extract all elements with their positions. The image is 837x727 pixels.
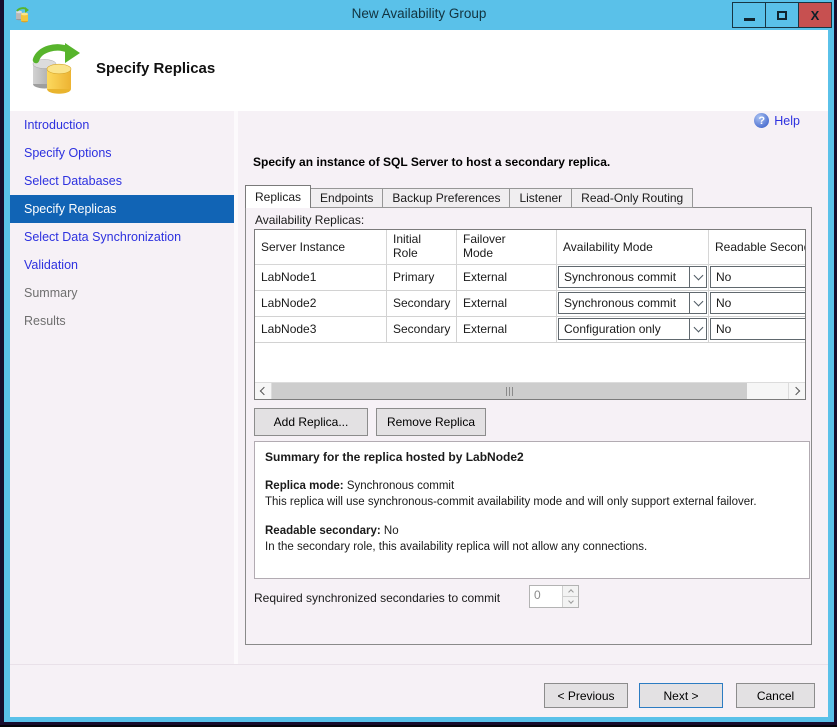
sidebar-item-summary: Summary xyxy=(10,279,234,307)
page-title: Specify Replicas xyxy=(96,60,215,77)
availability-mode-dropdown[interactable]: Synchronous commit xyxy=(558,266,707,288)
chevron-down-icon xyxy=(568,598,574,604)
replica-row[interactable]: LabNode3 Secondary External Configuratio… xyxy=(255,317,805,343)
required-secondaries-spinner: 0 xyxy=(529,585,579,608)
next-button[interactable]: Next > xyxy=(639,683,723,708)
initial-role-cell: Primary xyxy=(387,265,457,290)
grid-header-row: Server Instance Initial Role Failover Mo… xyxy=(255,230,805,265)
scrollbar-thumb[interactable] xyxy=(272,383,747,399)
dialog-client-area: Specify Replicas Introduction Specify Op… xyxy=(10,30,828,717)
wizard-steps-sidebar: Introduction Specify Options Select Data… xyxy=(10,111,234,664)
cancel-button[interactable]: Cancel xyxy=(736,683,815,708)
chevron-left-icon xyxy=(260,387,268,395)
tab-replicas[interactable]: Replicas xyxy=(245,185,311,208)
initial-role-cell: Secondary xyxy=(387,291,457,316)
server-instance-cell: LabNode3 xyxy=(255,317,387,342)
availability-replicas-label: Availability Replicas: xyxy=(255,213,364,227)
spinner-down-button xyxy=(563,597,578,607)
previous-button[interactable]: < Previous xyxy=(544,683,628,708)
required-secondaries-value: 0 xyxy=(530,586,562,607)
help-link-label[interactable]: Help xyxy=(774,114,800,128)
scroll-left-button[interactable] xyxy=(255,383,272,399)
replica-tabs: Replicas Endpoints Backup Preferences Li… xyxy=(246,185,693,208)
minimize-icon xyxy=(744,18,755,21)
sidebar-item-specify-replicas[interactable]: Specify Replicas xyxy=(10,195,234,223)
column-header-failover-mode[interactable]: Failover Mode xyxy=(457,230,557,264)
chevron-down-icon xyxy=(693,297,703,307)
window-title: New Availability Group xyxy=(4,6,834,21)
sidebar-item-validation[interactable]: Validation xyxy=(10,251,234,279)
column-header-server-instance[interactable]: Server Instance xyxy=(255,230,387,264)
required-secondaries-label: Required synchronized secondaries to com… xyxy=(254,587,500,609)
replica-summary-panel: Summary for the replica hosted by LabNod… xyxy=(254,441,810,579)
server-instance-cell: LabNode2 xyxy=(255,291,387,316)
replica-mode-description: This replica will use synchronous-commit… xyxy=(265,494,799,510)
grid-empty-area xyxy=(255,343,805,382)
tab-backup-preferences[interactable]: Backup Preferences xyxy=(382,188,510,208)
chevron-down-icon xyxy=(693,323,703,333)
failover-mode-cell: External xyxy=(457,265,557,290)
tab-read-only-routing[interactable]: Read-Only Routing xyxy=(571,188,693,208)
column-header-readable-secondary[interactable]: Readable Secondary xyxy=(709,230,805,264)
help-link[interactable]: ? Help xyxy=(754,113,800,128)
column-header-initial-role[interactable]: Initial Role xyxy=(387,230,457,264)
sidebar-item-results: Results xyxy=(10,307,234,335)
scroll-right-button[interactable] xyxy=(788,383,805,399)
add-replica-button[interactable]: Add Replica... xyxy=(254,408,368,436)
failover-mode-cell: External xyxy=(457,291,557,316)
minimize-button[interactable] xyxy=(732,2,766,28)
availability-group-replica-icon xyxy=(28,41,82,98)
titlebar[interactable]: New Availability Group X xyxy=(4,0,834,30)
chevron-up-icon xyxy=(568,589,574,595)
sidebar-item-select-databases[interactable]: Select Databases xyxy=(10,167,234,195)
scrollbar-grip-icon xyxy=(506,387,513,396)
readable-secondary-dropdown[interactable]: No xyxy=(710,266,805,288)
maximize-button[interactable] xyxy=(765,2,799,28)
close-button[interactable]: X xyxy=(798,2,832,28)
dialog-footer: < Previous Next > Cancel xyxy=(10,664,828,717)
sidebar-item-select-data-synchronization[interactable]: Select Data Synchronization xyxy=(10,223,234,251)
server-instance-cell: LabNode1 xyxy=(255,265,387,290)
wizard-header: Specify Replicas xyxy=(10,30,828,111)
replicas-tab-page: Availability Replicas: Server Instance I… xyxy=(245,207,812,645)
readable-secondary-description: In the secondary role, this availability… xyxy=(265,539,799,555)
new-availability-group-dialog: New Availability Group X xyxy=(4,0,834,722)
initial-role-cell: Secondary xyxy=(387,317,457,342)
spinner-up-button xyxy=(563,586,578,597)
tab-listener[interactable]: Listener xyxy=(509,188,572,208)
sidebar-item-introduction[interactable]: Introduction xyxy=(10,111,234,139)
replica-row[interactable]: LabNode1 Primary External Synchronous co… xyxy=(255,265,805,291)
maximize-icon xyxy=(777,11,787,20)
replica-mode-value: Synchronous commit xyxy=(347,480,454,492)
readable-secondary-dropdown[interactable]: No xyxy=(710,318,805,340)
failover-mode-cell: External xyxy=(457,317,557,342)
readable-secondary-value: No xyxy=(384,525,399,537)
scrollbar-track[interactable] xyxy=(747,383,788,399)
page-instruction: Specify an instance of SQL Server to hos… xyxy=(253,155,610,169)
tab-endpoints[interactable]: Endpoints xyxy=(310,188,383,208)
column-header-availability-mode[interactable]: Availability Mode xyxy=(557,230,709,264)
horizontal-scrollbar[interactable] xyxy=(255,382,805,399)
readable-secondary-label: Readable secondary: xyxy=(265,525,381,537)
wizard-page-content: ? Help Specify an instance of SQL Server… xyxy=(238,111,828,664)
sidebar-item-specify-options[interactable]: Specify Options xyxy=(10,139,234,167)
help-icon: ? xyxy=(754,113,769,128)
chevron-right-icon xyxy=(792,387,800,395)
chevron-down-icon xyxy=(693,271,703,281)
replica-mode-label: Replica mode: xyxy=(265,480,344,492)
remove-replica-button[interactable]: Remove Replica xyxy=(376,408,486,436)
summary-title: Summary for the replica hosted by LabNod… xyxy=(265,449,799,466)
availability-mode-dropdown[interactable]: Configuration only xyxy=(558,318,707,340)
readable-secondary-dropdown[interactable]: No xyxy=(710,292,805,314)
availability-replicas-grid: Server Instance Initial Role Failover Mo… xyxy=(254,229,806,400)
availability-mode-dropdown[interactable]: Synchronous commit xyxy=(558,292,707,314)
replica-row[interactable]: LabNode2 Secondary External Synchronous … xyxy=(255,291,805,317)
